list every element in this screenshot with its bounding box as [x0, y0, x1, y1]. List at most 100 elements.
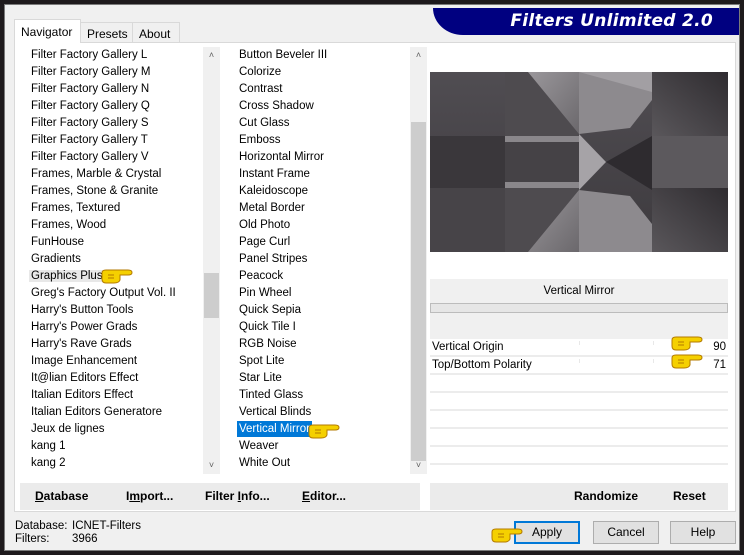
list-item-label: Contrast — [239, 83, 283, 95]
param-value[interactable]: 71 — [713, 359, 726, 371]
list-item-label: Instant Frame — [239, 168, 310, 180]
list-item-label: kang 2 — [31, 457, 66, 469]
list-item-label: Greg's Factory Output Vol. II — [31, 287, 176, 299]
list-item[interactable]: Filter Factory Gallery T — [25, 132, 215, 149]
app-title: Filters Unlimited 2.0 — [510, 11, 713, 31]
cancel-button[interactable]: Cancel — [593, 521, 659, 544]
tab-presets[interactable]: Presets — [80, 22, 133, 42]
list-item[interactable]: Kaleidoscope — [233, 183, 423, 200]
list-item[interactable]: Colorize — [233, 64, 423, 81]
scroll-up-icon[interactable]: ˄ — [410, 47, 427, 64]
list-item-label: Image Enhancement — [31, 355, 138, 367]
list-item-label: It@lian Editors Effect — [31, 372, 139, 384]
parameter-toolbar: Randomize Reset — [430, 483, 728, 510]
pointing-hand-icon — [101, 269, 133, 284]
list-item-label: Harry's Power Grads — [31, 321, 138, 333]
category-scrollbar[interactable]: ˄ ˅ — [203, 47, 220, 474]
list-item[interactable]: Old Photo — [233, 217, 423, 234]
list-item[interactable]: Vertical Blinds — [233, 404, 423, 421]
scroll-thumb[interactable] — [204, 273, 219, 318]
param-value[interactable]: 90 — [713, 341, 726, 353]
slider-tick — [653, 359, 654, 363]
database-button[interactable]: Database — [35, 489, 88, 503]
list-item[interactable]: Filter Factory Gallery M — [25, 64, 215, 81]
list-item[interactable]: RGB Noise — [233, 336, 423, 353]
list-item[interactable]: Filter Factory Gallery V — [25, 149, 215, 166]
tab-about[interactable]: About — [132, 22, 180, 42]
import-button[interactable]: Import... — [126, 489, 173, 503]
list-item[interactable]: kang 1 — [25, 438, 215, 455]
list-item[interactable]: Spot Lite — [233, 353, 423, 370]
list-item[interactable]: Filter Factory Gallery S — [25, 115, 215, 132]
list-item[interactable]: kang 2 — [25, 455, 215, 472]
list-item[interactable]: Page Curl — [233, 234, 423, 251]
list-item-label: Frames, Stone & Granite — [31, 185, 159, 197]
list-item[interactable]: Frames, Wood — [25, 217, 215, 234]
filter-scrollbar[interactable]: ˄ ˅ — [410, 47, 427, 474]
list-item[interactable]: Instant Frame — [233, 166, 423, 183]
list-item[interactable]: FunHouse — [25, 234, 215, 251]
list-item[interactable]: Metal Border — [233, 200, 423, 217]
list-item[interactable]: Jeux de lignes — [25, 421, 215, 438]
filter-list[interactable]: Button Beveler III Colorize Contrast Cross … — [233, 47, 423, 474]
list-item[interactable]: It@lian Editors Effect — [25, 370, 215, 387]
list-item-label: Harry's Rave Grads — [31, 338, 132, 350]
list-item[interactable]: Image Enhancement — [25, 353, 215, 370]
list-item[interactable]: Panel Stripes — [233, 251, 423, 268]
list-item[interactable]: Frames, Marble & Crystal — [25, 166, 215, 183]
list-item[interactable]: Harry's Button Tools — [25, 302, 215, 319]
scroll-down-icon[interactable]: ˅ — [203, 457, 220, 474]
filter-title: Vertical Mirror — [543, 285, 615, 297]
editor-button[interactable]: Editor... — [302, 489, 346, 503]
list-item[interactable]: Cut Glass — [233, 115, 423, 132]
list-item-label: Filter Factory Gallery N — [31, 83, 150, 95]
scroll-up-icon[interactable]: ˄ — [203, 47, 220, 64]
list-item[interactable]: Filter Factory Gallery Q — [25, 98, 215, 115]
list-item[interactable]: Quick Tile I — [233, 319, 423, 336]
empty-param-row — [430, 391, 728, 393]
list-item[interactable]: Pin Wheel — [233, 285, 423, 302]
list-item[interactable]: White Out — [233, 455, 423, 472]
list-item[interactable]: Italian Editors Effect — [25, 387, 215, 404]
list-item[interactable]: Frames, Textured — [25, 200, 215, 217]
slider-tick — [579, 341, 580, 345]
list-item-label: Quick Sepia — [239, 304, 302, 316]
list-item[interactable]: Greg's Factory Output Vol. II — [25, 285, 215, 302]
database-label: Database: — [15, 520, 68, 532]
list-item[interactable]: Weaver — [233, 438, 423, 455]
filter-info-button[interactable]: Filter Info... — [205, 489, 270, 503]
tab-navigator[interactable]: Navigator — [14, 19, 81, 43]
list-item[interactable]: Quick Sepia — [233, 302, 423, 319]
scroll-thumb[interactable] — [411, 122, 426, 461]
list-item-label: Italian Editors Effect — [31, 389, 134, 401]
list-item[interactable]: Filter Factory Gallery L — [25, 47, 215, 64]
list-item[interactable]: Filter Factory Gallery N — [25, 81, 215, 98]
list-item[interactable]: Tinted Glass — [233, 387, 423, 404]
list-item-label: Frames, Marble & Crystal — [31, 168, 162, 180]
scroll-down-icon[interactable]: ˅ — [410, 457, 427, 474]
category-list[interactable]: Filter Factory Gallery L Filter Factory G… — [25, 47, 215, 474]
help-button[interactable]: Help — [670, 521, 736, 544]
empty-param-row — [430, 463, 728, 465]
list-item[interactable]: Peacock — [233, 268, 423, 285]
list-item[interactable]: Contrast — [233, 81, 423, 98]
pointing-hand-icon — [308, 424, 340, 439]
list-item[interactable]: Frames, Stone & Granite — [25, 183, 215, 200]
preview-image — [430, 72, 728, 252]
list-item-label: Metal Border — [239, 202, 305, 214]
slider-tick — [579, 359, 580, 363]
list-item-label: Star Lite — [239, 372, 282, 384]
list-item-label: Vertical Blinds — [239, 406, 312, 418]
list-item[interactable]: Italian Editors Generatore — [25, 404, 215, 421]
list-item[interactable]: Horizontal Mirror — [233, 149, 423, 166]
list-item[interactable]: Button Beveler III — [233, 47, 423, 64]
database-toolbar: Database Import... Filter Info... Editor… — [20, 483, 420, 510]
list-item[interactable]: Harry's Rave Grads — [25, 336, 215, 353]
list-item[interactable]: Cross Shadow — [233, 98, 423, 115]
list-item[interactable]: Harry's Power Grads — [25, 319, 215, 336]
randomize-button[interactable]: Randomize — [574, 489, 638, 503]
list-item[interactable]: Star Lite — [233, 370, 423, 387]
list-item-label: Pin Wheel — [239, 287, 292, 299]
list-item[interactable]: Emboss — [233, 132, 423, 149]
reset-button[interactable]: Reset — [673, 489, 706, 503]
